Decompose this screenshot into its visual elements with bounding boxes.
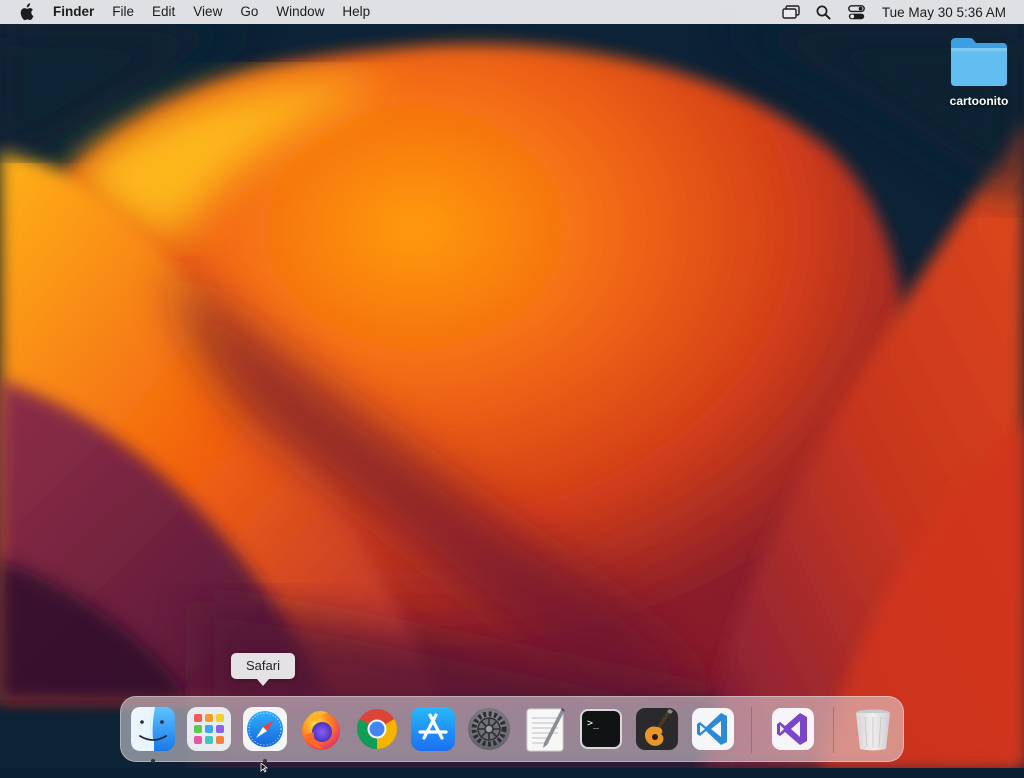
dock: >_ [120, 696, 904, 763]
mouse-cursor [260, 760, 270, 778]
control-center-icon[interactable] [847, 4, 867, 20]
menu-go[interactable]: Go [231, 0, 267, 24]
menu-bar: Finder File Edit View Go Window Help Tue… [0, 0, 1024, 24]
textedit-icon[interactable] [521, 705, 569, 753]
trash-icon[interactable] [849, 705, 897, 753]
desktop-folder[interactable]: cartoonito [944, 34, 1014, 108]
finder-icon[interactable] [129, 705, 177, 753]
menu-clock[interactable]: Tue May 30 5:36 AM [882, 5, 1006, 20]
safari-icon[interactable] [241, 705, 289, 753]
terminal-prompt-glyph: >_ [587, 718, 600, 729]
menu-app-name[interactable]: Finder [51, 0, 103, 24]
desktop-wallpaper [0, 0, 1024, 768]
firefox-icon[interactable] [297, 705, 345, 753]
folder-icon[interactable] [948, 34, 1010, 88]
chrome-icon[interactable] [353, 705, 401, 753]
menu-view[interactable]: View [184, 0, 231, 24]
folder-label: cartoonito [949, 94, 1009, 108]
terminal-icon[interactable]: >_ [577, 705, 625, 753]
vscode-icon[interactable] [689, 705, 737, 753]
gear-icon[interactable] [465, 705, 513, 753]
running-indicator-finder [151, 759, 155, 763]
dock-separator [751, 707, 752, 753]
spotlight-search-icon[interactable] [814, 4, 834, 20]
launchpad-icon[interactable] [185, 705, 233, 753]
dock-tooltip: Safari [231, 653, 295, 686]
dock-separator-2 [833, 707, 834, 753]
app-store-icon[interactable] [409, 705, 457, 753]
apple-logo-icon[interactable] [18, 3, 36, 21]
menu-file[interactable]: File [103, 0, 143, 24]
menu-window[interactable]: Window [267, 0, 333, 24]
menu-edit[interactable]: Edit [143, 0, 184, 24]
menu-help[interactable]: Help [333, 0, 379, 24]
screen-mirroring-icon[interactable] [781, 4, 801, 20]
visual-studio-icon[interactable] [769, 705, 817, 753]
guitar-icon[interactable] [633, 705, 681, 753]
